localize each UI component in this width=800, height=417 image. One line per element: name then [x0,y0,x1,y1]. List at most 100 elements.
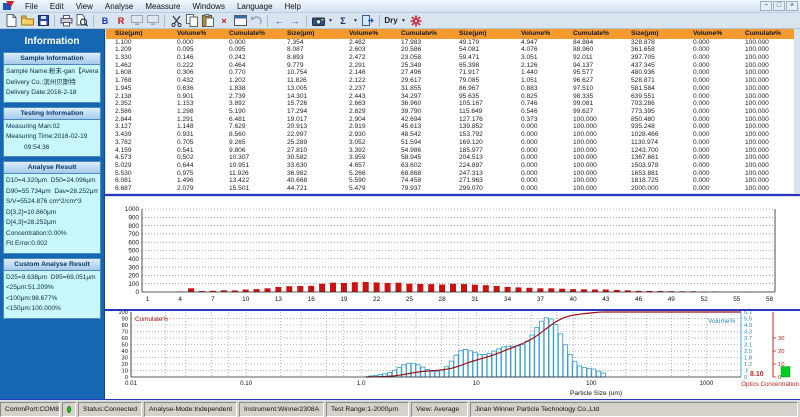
size-cell: 6.687 [106,185,168,193]
cumulate-cell: 68.868 [392,170,450,178]
minimize-button[interactable]: − [760,1,772,11]
table-row: 1.3300.1460.2428.8932.47223.05859.4713.0… [106,54,794,62]
panel-line: Concentration:0.00% [6,229,98,240]
left-axis: 0102030405060708090100 [118,311,128,381]
cut-button[interactable] [168,14,184,28]
information-sidebar: Information Sample InformationSample Nam… [0,29,105,399]
svg-text:34: 34 [504,296,512,303]
panel-line: D[4,3]=28.252μm [6,218,98,229]
volume-cell: 0.883 [512,85,564,93]
size-header: Size(μm) [622,29,684,39]
volume-cell: 0.000 [684,116,736,124]
results-table-header: Size(μm)Volume%Cumulate%Size(μm)Volume%C… [106,29,794,39]
cumulate-cell: 84.884 [564,39,622,47]
volume-cell: 0.000 [684,77,736,85]
size-cell: 480.936 [622,69,684,77]
svg-text:20: 20 [122,362,128,368]
monitor-2-button[interactable] [145,14,161,28]
open-file-button[interactable] [19,14,35,28]
measure-dropdown[interactable]: ▼ [326,14,335,28]
properties-button[interactable] [232,14,248,28]
size-cell: 2.586 [106,108,168,116]
svg-text:30: 30 [778,336,784,342]
status-cell: Instrument:Winner2308A [239,402,324,417]
volume-cell: 2.079 [168,185,220,193]
volume-cell: 0.000 [512,139,564,147]
menu-edit[interactable]: Edit [44,1,70,12]
status-cell: Analyse-Mode:Independent [144,402,237,417]
bold-b-button[interactable]: B [97,14,113,28]
panel-analyse-result: Analyse ResultD10=4.320μm D50=24.096μmD9… [3,161,101,254]
table-row: 3.4390.9318.56022.9972.93048.542153.7920… [106,131,794,139]
exit-button[interactable] [360,14,376,28]
size-cell: 1.209 [106,46,168,54]
menu-windows[interactable]: Windows [186,1,230,12]
size-cell: 27.810 [278,147,340,155]
menu-language[interactable]: Language [231,1,279,12]
size-cell: 1028.466 [622,131,684,139]
volume-cell: 0.931 [168,131,220,139]
cumulate-cell: 15.501 [220,185,278,193]
print-preview-button[interactable] [74,14,90,28]
svg-text:30: 30 [122,356,128,362]
size-cell: 299.070 [450,185,512,193]
menu-view[interactable]: View [70,1,99,12]
sigma-button[interactable]: Σ [335,14,351,28]
panel-header: Analyse Result [3,161,101,174]
cumulate-cell: 100.000 [736,147,794,155]
panel-body: D10=4.320μm D50=24.096μmD90=55.734μm Dav… [3,174,101,254]
volume-cell: 0.000 [684,139,736,147]
cumulate-cell: 100.000 [564,139,622,147]
dry-dropdown[interactable]: ▼ [399,14,408,28]
panel-line: Fit Error:0.002 [6,239,98,250]
cumulate-cell: 100.000 [564,162,622,170]
size-cell: 6.081 [106,177,168,185]
cumulate-cell: 9.806 [220,147,278,155]
close-button[interactable]: × [786,1,798,11]
analyse-gear-button[interactable] [408,14,424,28]
volume-cell: 0.000 [684,100,736,108]
separator-line-1 [105,194,800,196]
undo-button[interactable] [248,14,264,28]
panel-header: Testing Information [3,107,101,120]
size-cell: 169.120 [450,139,512,147]
paste-button[interactable] [200,14,216,28]
sigma-dropdown[interactable]: ▼ [351,14,360,28]
red-r-button[interactable]: R [113,14,129,28]
menu-help[interactable]: Help [279,1,307,12]
cumulate-cell: 0.095 [220,46,278,54]
cumulate-cell: 34.297 [392,93,450,101]
restore-button[interactable]: □ [773,1,785,11]
cumulate-cell: 100.000 [564,185,622,193]
delete-button[interactable]: × [216,14,232,28]
back-button[interactable]: ← [271,14,287,28]
size-cell: 54.081 [450,46,512,54]
volume-cell: 0.825 [512,93,564,101]
cumulate-cell: 100.000 [736,85,794,93]
menu-file[interactable]: File [19,1,44,12]
menu-analyse[interactable]: Analyse [99,1,139,12]
size-header: Size(μm) [106,29,168,39]
size-cell: 33.630 [278,162,340,170]
copy-button[interactable] [184,14,200,28]
new-file-button[interactable] [3,14,19,28]
volume-cell: 2.146 [340,69,392,77]
svg-text:40: 40 [570,296,578,303]
svg-text:52: 52 [701,296,709,303]
cumulate-cell: 58.945 [392,154,450,162]
forward-button[interactable]: → [287,14,303,28]
dry-mode-button[interactable]: Dry [383,14,399,28]
connection-led-icon [67,406,71,413]
cumulate-cell: 31.855 [392,85,450,93]
panel-line: <100μm:98.677% [6,294,98,305]
menu-meassure[interactable]: Meassure [139,1,186,12]
grid-lines: 01002003004005006007008009001000 [125,206,775,296]
measure-button[interactable] [310,14,326,28]
print-button[interactable] [58,14,74,28]
panel-line: D10=4.320μm D50=24.096μm [6,176,98,187]
cumulate-cell: 17.983 [392,39,450,47]
cumulate-cell: 100.000 [564,177,622,185]
panel-line: Measuring Time:2016-02-19 [6,132,98,143]
save-button[interactable] [35,14,51,28]
monitor-button[interactable] [129,14,145,28]
